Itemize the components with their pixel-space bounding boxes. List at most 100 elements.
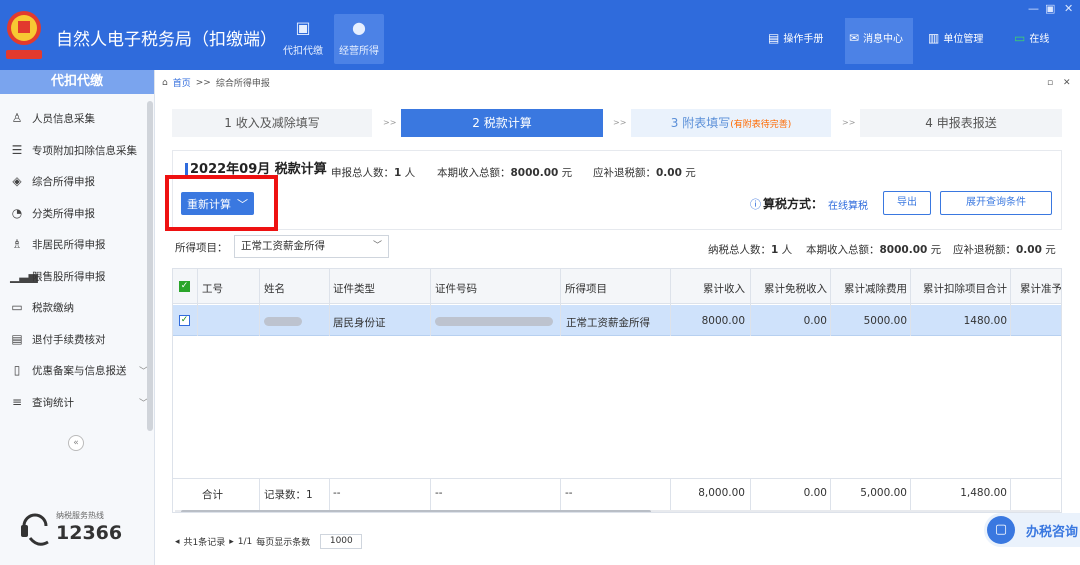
home-icon: ⌂ — [162, 77, 168, 88]
app-title: 自然人电子税务局（扣缴端） — [56, 30, 277, 50]
building-icon: ▥ — [928, 30, 940, 45]
refund-summary: 应补退税额：0.00 元 — [593, 167, 696, 179]
col-header-cum-income[interactable]: 累计收入 — [673, 281, 745, 296]
income-total: 本期收入总额：8000.00 元 — [806, 244, 942, 256]
footer-count: 记录数：1 — [264, 489, 313, 501]
close-button[interactable]: ✕ — [1064, 2, 1073, 15]
cell-id-type: 居民身份证 — [333, 317, 386, 329]
title-bar: 自然人电子税务局（扣缴端） ▣ 代扣代缴 ● 经营所得 ▤ 操作手册 ✉ 消息中心 … — [0, 0, 1080, 70]
sidebar-item-classified[interactable]: ◔ 分类所得申报 — [10, 203, 148, 223]
layers-icon: ◈ — [12, 174, 22, 188]
list-icon: ☰ — [11, 143, 23, 157]
search-list-icon: ≡ — [11, 395, 23, 409]
receipt-icon: ▤ — [11, 332, 23, 346]
module-business-income[interactable]: ● 经营所得 — [334, 14, 384, 64]
cell-cum-exempt: 0.00 — [803, 315, 827, 327]
maximize-button[interactable]: ▣ — [1045, 2, 1055, 15]
hotline-number: 12366 — [56, 522, 123, 544]
col-header-id[interactable]: 工号 — [202, 281, 223, 296]
income-item-label: 所得项目： — [175, 242, 228, 254]
sidebar-item-restricted-stock[interactable]: ▁▃▅ 限售股所得申报 — [10, 266, 148, 286]
sidebar-item-personnel[interactable]: ♙ 人员信息采集 — [10, 108, 148, 128]
export-button[interactable]: 导出 — [883, 191, 931, 215]
row-checkbox[interactable]: ✓ — [179, 315, 190, 326]
chat-icon: ▢ — [987, 516, 1015, 544]
minimize-button[interactable]: — — [1028, 2, 1039, 15]
nav-unit-management[interactable]: ▥ 单位管理 — [928, 30, 983, 46]
module-label: 代扣代缴 — [283, 46, 323, 57]
sidebar-scrollbar[interactable] — [147, 101, 153, 431]
headset-icon — [21, 513, 49, 546]
footer-cum-income: 8,000.00 — [698, 487, 745, 499]
sidebar-item-query[interactable]: ≡ 查询统计 ﹀ — [10, 392, 148, 412]
info-icon: ⓘ — [750, 198, 761, 211]
sidebar-item-preferential[interactable]: ▯ 优惠备案与信息报送 ﹀ — [10, 360, 148, 380]
highlight-box — [165, 175, 278, 231]
redacted-id-number — [435, 317, 553, 326]
footer-label: 合计 — [202, 489, 223, 501]
step-schedule-fill[interactable]: 3 附表填写(有附表待完善) — [631, 109, 831, 137]
cell-cum-items-total: 1480.00 — [963, 315, 1007, 327]
refund-total: 应补退税额：0.00 元 — [953, 244, 1056, 256]
sidebar-item-nonresident[interactable]: ♗ 非居民所得申报 — [10, 234, 148, 254]
collapse-sidebar-button[interactable]: « — [68, 435, 84, 451]
book-icon: ▤ — [768, 30, 780, 45]
col-header-cum-allowed[interactable]: 累计准予 — [1020, 281, 1061, 296]
monitor-icon: ▭ — [1014, 30, 1026, 45]
chevron-down-icon: ﹀ — [372, 241, 382, 251]
footer-cum-deduction: 5,000.00 — [860, 487, 907, 499]
briefcase-icon: ▣ — [295, 18, 311, 37]
pie-icon: ◔ — [11, 206, 23, 220]
nav-message-center[interactable]: ✉ 消息中心 — [849, 30, 903, 46]
select-all-checkbox[interactable]: ✓ — [179, 281, 190, 292]
col-header-name[interactable]: 姓名 — [264, 281, 285, 296]
total-people-summary: 申报总人数：1 人 — [331, 167, 416, 179]
doc-icon: ▯ — [13, 363, 21, 377]
page-size-input[interactable]: 1000 — [320, 534, 363, 549]
breadcrumb-home[interactable]: 首页 — [173, 76, 191, 89]
module-withholding[interactable]: ▣ 代扣代缴 — [278, 14, 328, 64]
nav-manual[interactable]: ▤ 操作手册 — [768, 30, 823, 46]
folder-icon: ▭ — [11, 300, 23, 314]
sidebar-item-special-deduction[interactable]: ☰ 专项附加扣除信息采集 — [10, 140, 148, 160]
income-item-select[interactable]: 正常工资薪金所得 ﹀ — [234, 235, 389, 258]
hotline-label: 纳税服务热线 — [56, 511, 104, 520]
module-label: 经营所得 — [339, 46, 379, 57]
col-header-id-number[interactable]: 证件号码 — [435, 281, 477, 296]
person-outline-icon: ♗ — [11, 237, 23, 251]
table-horizontal-scrollbar[interactable] — [175, 510, 1060, 512]
step-income-deduction[interactable]: 1 收入及减除填写 — [172, 109, 372, 137]
footer-cum-items-total: 1,480.00 — [960, 487, 1007, 499]
income-summary: 本期收入总额：8000.00 元 — [437, 167, 573, 179]
pagination: ◂ 共1条记录 ▸ 1/1 每页显示条数 1000 — [175, 534, 363, 549]
prev-page-icon[interactable]: ◂ — [175, 537, 180, 547]
footer-cum-exempt: 0.00 — [803, 487, 827, 499]
redacted-name — [264, 317, 302, 326]
cell-cum-income: 8000.00 — [701, 315, 745, 327]
sidebar-item-refund-check[interactable]: ▤ 退付手续费核对 — [10, 329, 148, 349]
col-header-cum-deduction[interactable]: 累计减除费用 — [833, 281, 907, 296]
tax-method-value[interactable]: 在线算税 — [828, 197, 868, 212]
breadcrumb-current: 综合所得申报 — [215, 79, 270, 89]
sidebar-item-tax-payment[interactable]: ▭ 税款缴纳 — [10, 297, 148, 317]
tax-method-label: 算税方式： — [763, 197, 824, 211]
scrollbar-thumb[interactable] — [181, 510, 651, 512]
breadcrumb: ⌂ 首页 >> 综合所得申报 — [162, 76, 270, 90]
restore-panel-icon[interactable]: ▫ — [1047, 78, 1053, 88]
nav-online[interactable]: ▭ 在线 — [1014, 30, 1049, 46]
step-submit[interactable]: 4 申报表报送 — [860, 109, 1062, 137]
expand-query-button[interactable]: 展开查询条件 — [940, 191, 1052, 215]
step-tax-calculation[interactable]: 2 税款计算 — [401, 109, 603, 137]
sidebar-item-comprehensive[interactable]: ◈ 综合所得申报 — [10, 171, 148, 191]
tax-emblem-logo — [6, 11, 42, 59]
cell-cum-deduction: 5000.00 — [863, 315, 907, 327]
col-header-income-item[interactable]: 所得项目 — [565, 281, 607, 296]
next-page-icon[interactable]: ▸ — [229, 537, 234, 547]
col-header-cum-items-total[interactable]: 累计扣除项目合计 — [913, 281, 1007, 296]
col-header-cum-exempt[interactable]: 累计免税收入 — [753, 281, 827, 296]
summary-card: 2022年09月 税款计算 申报总人数：1 人 本期收入总额：8000.00 元… — [172, 150, 1062, 230]
close-panel-icon[interactable]: ✕ — [1063, 78, 1071, 88]
tax-consult-widget[interactable]: ▢ 办税咨询 — [984, 513, 1080, 547]
sidebar: 代扣代缴 ♙ 人员信息采集 ☰ 专项附加扣除信息采集 ◈ 综合所得申报 ◔ 分类所得申报… — [0, 70, 155, 565]
col-header-id-type[interactable]: 证件类型 — [333, 281, 375, 296]
